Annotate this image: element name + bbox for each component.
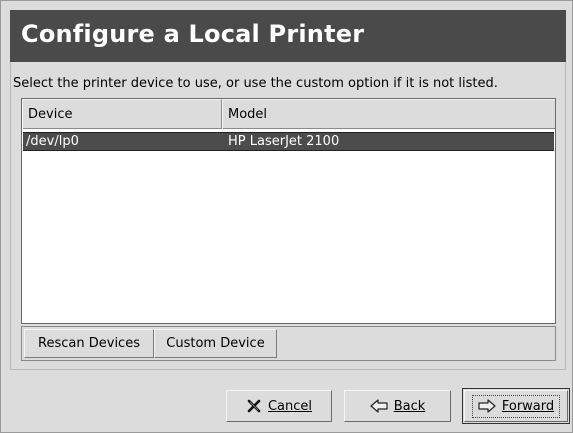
model-cell: HP LaserJet 2100: [228, 134, 340, 149]
forward-button[interactable]: Forward: [462, 388, 570, 424]
right-arrow-icon: [478, 399, 496, 413]
back-label: Back: [393, 398, 426, 414]
device-cell: /dev/lp0: [26, 134, 79, 149]
printer-dialog-window: Configure a Local Printer Select the pri…: [0, 0, 573, 433]
cancel-label: Cancel: [267, 398, 313, 414]
dialog-title: Configure a Local Printer: [21, 20, 365, 48]
dialog-header: Configure a Local Printer: [10, 10, 566, 62]
instruction-text: Select the printer device to use, or use…: [13, 76, 498, 91]
custom-device-button[interactable]: Custom Device: [154, 329, 277, 358]
table-row[interactable]: /dev/lp0 HP LaserJet 2100: [23, 132, 554, 151]
back-button[interactable]: Back: [344, 390, 451, 422]
left-arrow-icon: [370, 399, 388, 413]
forward-label: Forward: [501, 398, 555, 414]
device-table[interactable]: Device Model /dev/lp0 HP LaserJet 2100: [21, 98, 556, 324]
column-header-device[interactable]: Device: [22, 99, 222, 129]
rescan-devices-button[interactable]: Rescan Devices: [24, 329, 154, 358]
table-header: Device Model: [22, 99, 555, 129]
cancel-button[interactable]: Cancel: [226, 390, 332, 422]
device-action-bar: Rescan Devices Custom Device: [21, 326, 556, 361]
column-header-model[interactable]: Model: [222, 99, 555, 129]
cross-icon: [246, 398, 262, 414]
forward-focus-ring: Forward: [471, 394, 561, 418]
